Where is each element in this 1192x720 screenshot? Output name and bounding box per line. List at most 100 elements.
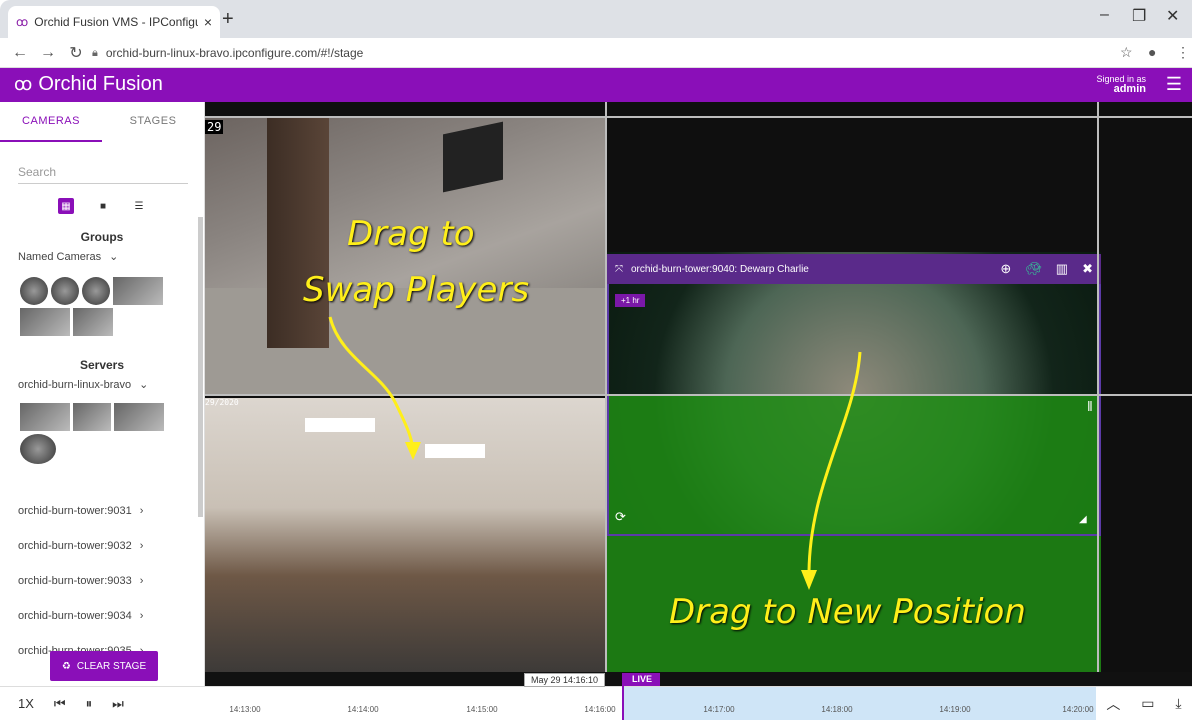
app-header: ꝏ Orchid Fusion Signed in as admin ☰ [0, 68, 1192, 102]
bookmark-star-icon[interactable]: ☆ [1120, 44, 1133, 61]
chevron-right-icon: › [139, 610, 144, 622]
servers-title: Servers [79, 358, 125, 372]
annotation-arrows [328, 316, 862, 590]
camera-thumbnail[interactable] [73, 403, 111, 431]
forward-arrow-icon[interactable]: → [34, 44, 62, 62]
app-logo[interactable]: ꝏ Orchid Fusion [14, 73, 163, 96]
move-arrowhead [801, 570, 817, 590]
server-dropdown-label: orchid-burn-linux-bravo [18, 378, 132, 391]
list-item[interactable]: orchid-burn-tower:9032 › [0, 529, 204, 564]
tab-stages[interactable]: STAGES [102, 102, 204, 142]
view-mode-toggle: ▦ ■ ☰ [0, 196, 204, 216]
server-label: orchid-burn-tower:9031 [18, 505, 132, 517]
group-thumbnails [20, 277, 190, 336]
browser-menu-icon[interactable]: ⋮ [1176, 44, 1190, 61]
annotation-new-position: Drag to New Position [669, 592, 1026, 632]
annotation-swap-line2: Swap Players [303, 270, 530, 310]
download-icon[interactable]: ⤓ [1175, 695, 1181, 712]
camera-thumbnail[interactable] [20, 308, 70, 336]
chevron-right-icon: › [139, 540, 144, 552]
camera-thumbnail[interactable] [20, 434, 56, 464]
step-forward-icon[interactable]: ⏭ [112, 696, 124, 712]
window-close-button[interactable]: ✕ [1166, 6, 1179, 26]
timeline-tick: 14:13:00 [229, 705, 261, 714]
recycle-icon: ♻ [61, 660, 71, 672]
playback-controls: 1X ⏮ ⏸ ⏭ [0, 687, 150, 720]
timeline-tick: 14:20:00 [1062, 705, 1094, 714]
timeline-tick: 14:15:00 [466, 705, 498, 714]
stage: 29 29/2020 ⤧ orchid-burn-tower:9040: Dew… [205, 102, 1192, 672]
app-title: Orchid Fusion [38, 73, 163, 95]
group-dropdown-label: Named Cameras [18, 250, 102, 263]
signed-in-info: Signed in as admin [1096, 74, 1146, 95]
camera-thumbnail[interactable] [20, 277, 48, 305]
timeline-tick: 14:16:00 [584, 705, 616, 714]
list-item[interactable]: orchid-burn-tower:9034 › [0, 599, 204, 634]
tab-title: Orchid Fusion VMS - IPConfigure [34, 15, 198, 29]
camera-thumbnail[interactable] [51, 277, 79, 305]
orchid-favicon-icon: ꝏ [16, 15, 29, 29]
hamburger-menu-icon[interactable]: ☰ [1166, 74, 1182, 95]
camera-thumbnail[interactable] [73, 308, 113, 336]
calendar-icon[interactable]: ▭ [1141, 695, 1154, 712]
playback-speed[interactable]: 1X [18, 696, 34, 711]
chevron-down-icon: ⌄ [139, 379, 149, 391]
url-field[interactable]: 🔒︎ orchid-burn-linux-bravo.ipconfigure.c… [92, 42, 1112, 64]
groups-title: Groups [80, 230, 124, 244]
timeline-live-region [622, 687, 1096, 720]
clear-stage-button[interactable]: ♻ CLEAR STAGE [50, 651, 158, 681]
timeline-time-tooltip: May 29 14:16:10 [524, 673, 606, 687]
sidebar: CAMERAS STAGES Search ▦ ■ ☰ Groups Named… [0, 102, 205, 686]
sidebar-scrollbar[interactable] [198, 217, 203, 517]
chevron-right-icon: › [139, 575, 144, 587]
camera-thumbnail[interactable] [113, 277, 163, 305]
swap-arrow [328, 316, 415, 455]
annotation-swap-line1: Drag to [347, 214, 475, 254]
tab-cameras[interactable]: CAMERAS [0, 102, 102, 142]
reload-icon[interactable]: ↻ [62, 43, 90, 63]
server-label: orchid-burn-tower:9032 [18, 540, 132, 552]
new-tab-button[interactable]: + [222, 8, 234, 31]
camera-thumbnail[interactable] [82, 277, 110, 305]
group-dropdown[interactable]: Named Cameras ⌄ [18, 250, 204, 264]
minimize-button[interactable]: – [1100, 6, 1109, 24]
timeline-top-band [205, 672, 1192, 686]
browser-tab-bar: ꝏ Orchid Fusion VMS - IPConfigure × + – … [0, 0, 1192, 38]
camera-thumbnail[interactable] [20, 403, 70, 431]
timeline-tick: 14:17:00 [703, 705, 735, 714]
chevron-up-icon[interactable]: ︿ [1106, 694, 1120, 714]
grid-view-icon[interactable]: ▦ [58, 198, 74, 214]
list-item[interactable]: orchid-burn-tower:9033 › [0, 564, 204, 599]
list-view-icon[interactable]: ☰ [132, 199, 146, 213]
move-arrow [807, 351, 862, 573]
server-label: orchid-burn-tower:9034 [18, 610, 132, 622]
server-thumbnails [20, 403, 190, 464]
signed-in-user: admin [1113, 83, 1146, 95]
pause-icon[interactable]: ⏸ [86, 696, 93, 712]
back-arrow-icon[interactable]: ← [6, 44, 34, 62]
url-text: orchid-burn-linux-bravo.ipconfigure.com/… [105, 46, 364, 60]
orchid-logo-icon: ꝏ [14, 74, 33, 94]
search-input[interactable]: Search [18, 152, 188, 184]
browser-tab[interactable]: ꝏ Orchid Fusion VMS - IPConfigure × [8, 6, 220, 38]
profile-avatar-icon[interactable]: ● [1148, 44, 1156, 60]
timeline-tick: 14:18:00 [821, 705, 853, 714]
tab-close-icon[interactable]: × [204, 14, 212, 30]
address-bar: ← → ↻ 🔒︎ orchid-burn-linux-bravo.ipconfi… [0, 38, 1192, 68]
server-list: orchid-burn-tower:9031 › orchid-burn-towe… [0, 494, 204, 669]
camera-thumbnail[interactable] [114, 403, 164, 431]
restore-button[interactable]: ❐ [1132, 6, 1146, 26]
tile-view-icon[interactable]: ■ [96, 199, 110, 213]
clear-stage-label: CLEAR STAGE [76, 660, 147, 672]
list-item[interactable]: orchid-burn-tower:9031 › [0, 494, 204, 529]
swap-arrowhead [405, 442, 421, 460]
timeline-tick: 14:14:00 [347, 705, 379, 714]
step-back-icon[interactable]: ⏮ [54, 696, 66, 712]
timeline-tick: 14:19:00 [939, 705, 971, 714]
server-label: orchid-burn-tower:9033 [18, 575, 132, 587]
timeline-tools: ︿ ▭ ⤓ [1096, 687, 1192, 720]
timeline: 1X ⏮ ⏸ ⏭ 14:13:00 14:14:00 14:15:00 14:1… [0, 673, 1192, 720]
lock-icon: 🔒︎ [92, 46, 98, 59]
live-badge[interactable]: LIVE [624, 673, 661, 686]
server-dropdown[interactable]: orchid-burn-linux-bravo ⌄ [18, 378, 204, 392]
